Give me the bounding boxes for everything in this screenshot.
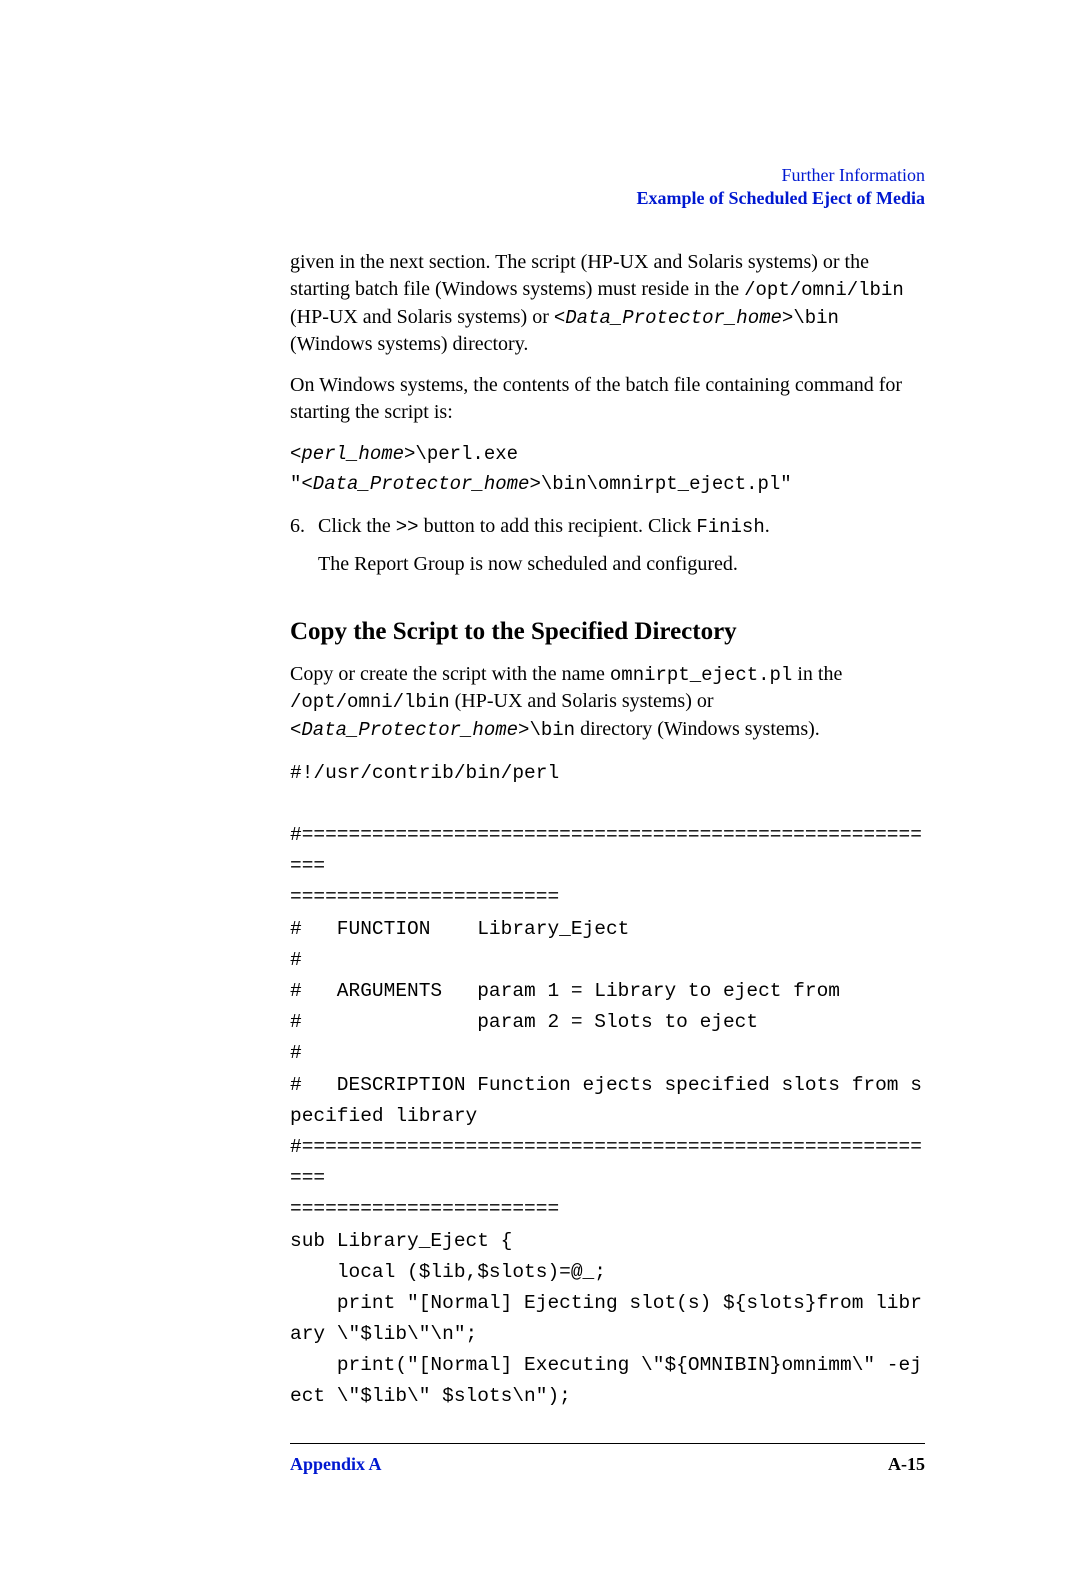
header-section: Example of Scheduled Eject of Media: [290, 188, 925, 209]
text: The Report Group is now scheduled and co…: [318, 551, 925, 578]
footer-page-number: A-15: [888, 1454, 925, 1475]
inline-code: \bin: [793, 307, 839, 329]
inline-code: \bin: [529, 719, 575, 741]
command-block: <perl_home>\perl.exe "<Data_Protector_ho…: [290, 440, 925, 499]
paragraph-1: given in the next section. The script (H…: [290, 249, 925, 358]
section-heading: Copy the Script to the Specified Directo…: [290, 618, 925, 646]
paragraph-2: On Windows systems, the contents of the …: [290, 372, 925, 426]
inline-code: omnirpt_eject.pl: [610, 664, 792, 686]
perl-script-listing: #!/usr/contrib/bin/perl #===============…: [290, 758, 925, 1413]
text: button to add this recipient. Click: [419, 515, 697, 537]
document-page: Further Information Example of Scheduled…: [0, 0, 1080, 1575]
step-body: Click the >> button to add this recipien…: [318, 513, 925, 588]
code-text: ": [290, 473, 301, 495]
text: (HP-UX and Solaris systems) or: [450, 690, 714, 712]
header-chapter: Further Information: [290, 165, 925, 186]
text: On Windows systems, the contents of the …: [290, 374, 902, 423]
text: (Windows systems) directory.: [290, 333, 528, 355]
inline-code-placeholder: <Data_Protector_home>: [554, 307, 793, 329]
step-number: 6.: [290, 513, 318, 588]
text: directory (Windows systems).: [575, 718, 820, 740]
code-placeholder: <perl_home>: [290, 443, 415, 465]
inline-code: >>: [396, 516, 419, 538]
inline-code: /opt/omni/lbin: [290, 691, 450, 713]
code-placeholder: <Data_Protector_home>: [301, 473, 540, 495]
text: Copy or create the script with the name: [290, 663, 610, 685]
text: Click the: [318, 515, 396, 537]
section-paragraph: Copy or create the script with the name …: [290, 661, 925, 744]
text: (HP-UX and Solaris systems) or: [290, 306, 554, 328]
inline-code: Finish: [696, 516, 764, 538]
footer-appendix: Appendix A: [290, 1454, 382, 1475]
step-6: 6. Click the >> button to add this recip…: [290, 513, 925, 588]
page-header: Further Information Example of Scheduled…: [290, 165, 925, 209]
page-footer: Appendix A A-15: [290, 1443, 925, 1475]
text: in the: [792, 663, 842, 685]
code-text: \bin\omnirpt_eject.pl": [541, 473, 792, 495]
inline-code: /opt/omni/lbin: [744, 279, 904, 301]
text: .: [765, 515, 770, 537]
code-text: \perl.exe: [415, 443, 529, 465]
inline-code-placeholder: <Data_Protector_home>: [290, 719, 529, 741]
